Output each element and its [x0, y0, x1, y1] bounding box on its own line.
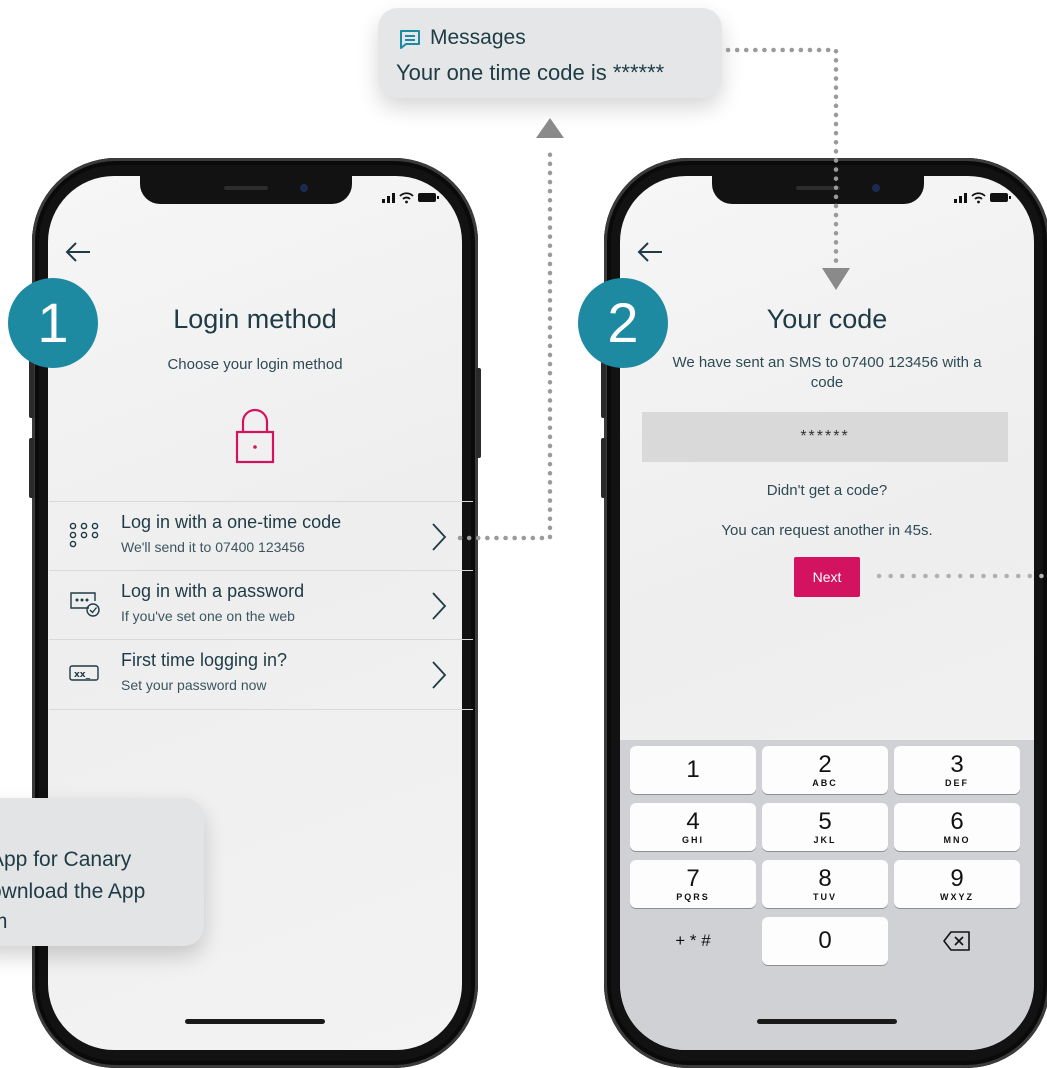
resend-countdown: You can request another in 45s. — [721, 522, 933, 539]
key-3[interactable]: 3 DEF — [894, 746, 1020, 794]
key-0[interactable]: 0 — [762, 917, 888, 965]
page-title: Your code — [766, 304, 888, 334]
key-7[interactable]: 7 PQRS — [630, 860, 756, 908]
connector-message-to-code — [725, 47, 850, 290]
tooltip-line-3: m — [0, 910, 8, 934]
lock-icon — [235, 408, 275, 464]
connector-code-to-message — [457, 118, 564, 541]
tooltip-line-1: App for Canary — [0, 848, 132, 871]
key-1[interactable]: 1 — [630, 746, 756, 794]
option-password[interactable]: Log in with a password If you've set one… — [49, 570, 473, 640]
key-5[interactable]: 5 JKL — [762, 803, 888, 851]
no-code-text: Didn't get a code? — [766, 482, 888, 499]
key-6[interactable]: 6 MNO — [894, 803, 1020, 851]
page-title: Login method — [173, 304, 337, 334]
key-9[interactable]: 9 WXYZ — [894, 860, 1020, 908]
sms-info-line-2: code — [810, 374, 844, 391]
notch — [140, 176, 352, 204]
sms-info-line-1: We have sent an SMS to 07400 123456 with… — [672, 354, 982, 371]
arrow-up-icon — [536, 118, 564, 138]
chevron-right-icon — [432, 661, 447, 689]
sms-notification[interactable]: Messages Your one time code is ****** — [378, 8, 722, 98]
back-arrow-icon[interactable] — [64, 238, 92, 266]
option-subtitle: We'll send it to 07400 123456 — [121, 539, 305, 555]
chat-bubble-icon — [400, 30, 420, 49]
step-badge-2: 2 — [578, 278, 668, 368]
step-badge-1: 1 — [8, 278, 98, 368]
home-indicator — [757, 1019, 897, 1024]
connector-next-onward — [876, 573, 1047, 579]
notification-body: Your one time code is ****** — [396, 60, 665, 85]
key-4[interactable]: 4 GHI — [630, 803, 756, 851]
chevron-right-icon — [432, 592, 447, 620]
home-indicator — [185, 1019, 325, 1024]
tooltip-line-2: ownload the App — [0, 880, 146, 903]
option-one-time-code[interactable]: Log in with a one-time code We'll send i… — [49, 501, 473, 571]
code-input[interactable]: ****** — [642, 412, 1008, 462]
keypad-icon — [69, 522, 99, 548]
key-2[interactable]: 2 ABC — [762, 746, 888, 794]
numeric-keypad: 1 2 ABC 3 DEF 4 GHI 5 JKL 6 MNO 7 PQRS 8 TUV 9W… — [620, 740, 1034, 1050]
option-title: First time logging in? — [121, 650, 288, 670]
screen: Your code We have sent an SMS to 07400 1… — [620, 176, 1034, 1050]
next-button[interactable]: Next — [794, 557, 860, 597]
status-icons — [380, 190, 440, 207]
key-delete[interactable] — [894, 917, 1020, 965]
option-title: Log in with a one-time code — [121, 512, 342, 532]
back-arrow-icon[interactable] — [636, 238, 664, 266]
option-subtitle: If you've set one on the web — [121, 608, 295, 624]
password-field-icon: xx_ — [69, 665, 99, 681]
option-title: Log in with a password — [121, 581, 305, 601]
svg-text:xx_: xx_ — [74, 670, 91, 680]
arrow-down-icon — [822, 268, 850, 290]
option-subtitle: Set your password now — [121, 677, 267, 693]
page-subtitle: Choose your login method — [167, 356, 343, 373]
option-first-time[interactable]: xx_ First time logging in? Set your pass… — [49, 639, 473, 710]
key-8[interactable]: 8 TUV — [762, 860, 888, 908]
notification-app-name: Messages — [430, 26, 526, 49]
info-tooltip: App for Canary ownload the App m — [0, 798, 204, 946]
password-check-icon — [70, 592, 100, 617]
backspace-icon — [943, 931, 970, 951]
status-icons — [952, 190, 1012, 207]
key-symbols[interactable]: + * # — [630, 917, 756, 965]
